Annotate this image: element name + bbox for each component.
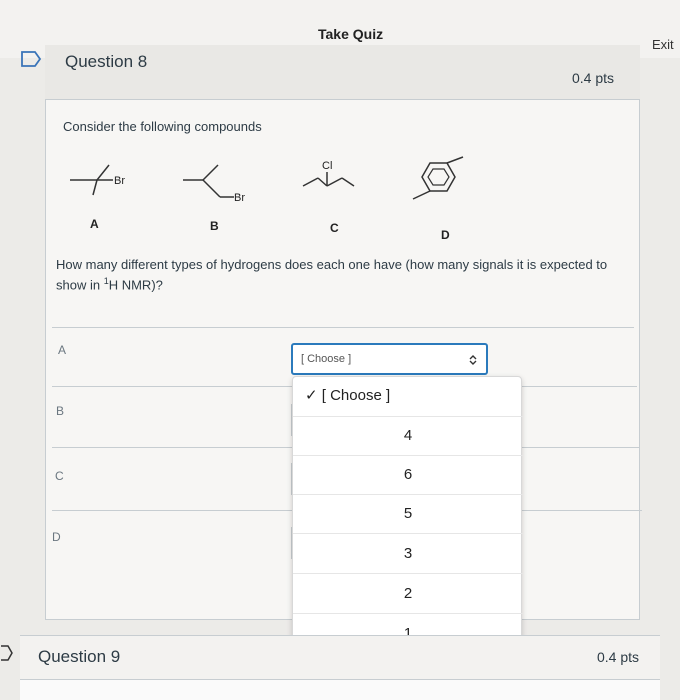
question-text-end: H NMR)? <box>108 277 163 293</box>
dropdown-option-6[interactable]: 6 <box>293 455 523 495</box>
question-text: How many different types of hydrogens do… <box>56 256 636 293</box>
compound-c-label: C <box>330 221 339 235</box>
answer-row-label-a: A <box>58 343 67 357</box>
compound-b-label: B <box>210 219 219 233</box>
exit-link[interactable]: Exit <box>652 37 674 52</box>
dropdown-option-label: 5 <box>403 505 413 522</box>
question-title: Question 8 <box>65 52 148 71</box>
compound-a-label: A <box>90 217 99 231</box>
question-points: 0.4 pts <box>572 70 615 86</box>
question-prompt: Consider the following compounds <box>63 119 262 134</box>
compound-c-substituent: Cl <box>322 160 332 172</box>
dropdown-option-label: 3 <box>403 545 413 562</box>
dropdown-option-label: 6 <box>403 466 413 483</box>
compound-a-structure: Br <box>70 164 125 196</box>
compound-d-structure <box>412 156 464 200</box>
compound-c-structure: Cl <box>302 160 355 187</box>
select-chevron-icon <box>469 355 477 365</box>
dropdown-option-4[interactable]: 4 <box>293 416 523 456</box>
answer-select-a-value: [ Choose ] <box>301 353 352 365</box>
compound-structures: Br Br Cl <box>60 150 540 250</box>
next-question-title: Question 9 <box>38 647 121 666</box>
answer-select-a[interactable]: [ Choose ] <box>291 343 488 375</box>
selected-check-icon: ✓ <box>305 387 318 404</box>
dropdown-option-5[interactable]: 5 <box>293 494 523 534</box>
compound-b-structure: Br <box>183 164 245 204</box>
row-divider <box>52 327 634 328</box>
compound-b-substituent: Br <box>234 192 245 204</box>
next-question-points: 0.4 pts <box>597 649 640 665</box>
flag-question-icon[interactable] <box>20 50 42 68</box>
answer-row-label-b: B <box>56 404 65 418</box>
flag-question-icon[interactable] <box>0 645 14 661</box>
answer-row-label-d: D <box>52 530 61 544</box>
dropdown-option-3[interactable]: 3 <box>293 534 523 574</box>
compound-d-label: D <box>441 228 450 242</box>
answer-row-label-c: C <box>55 469 64 483</box>
dropdown-option-2[interactable]: 2 <box>293 574 523 614</box>
dropdown-option-label: [ Choose ] <box>321 387 391 404</box>
dropdown-option-label: 4 <box>403 427 413 444</box>
next-question-body <box>20 679 660 700</box>
answer-dropdown-list: ✓ [ Choose ] 4 6 5 3 2 1 <box>292 376 523 654</box>
window-title: Take Quiz <box>318 26 384 42</box>
dropdown-option-label: 2 <box>403 585 413 602</box>
dropdown-option-choose[interactable]: ✓ [ Choose ] <box>293 377 523 417</box>
compound-a-substituent: Br <box>114 175 125 187</box>
